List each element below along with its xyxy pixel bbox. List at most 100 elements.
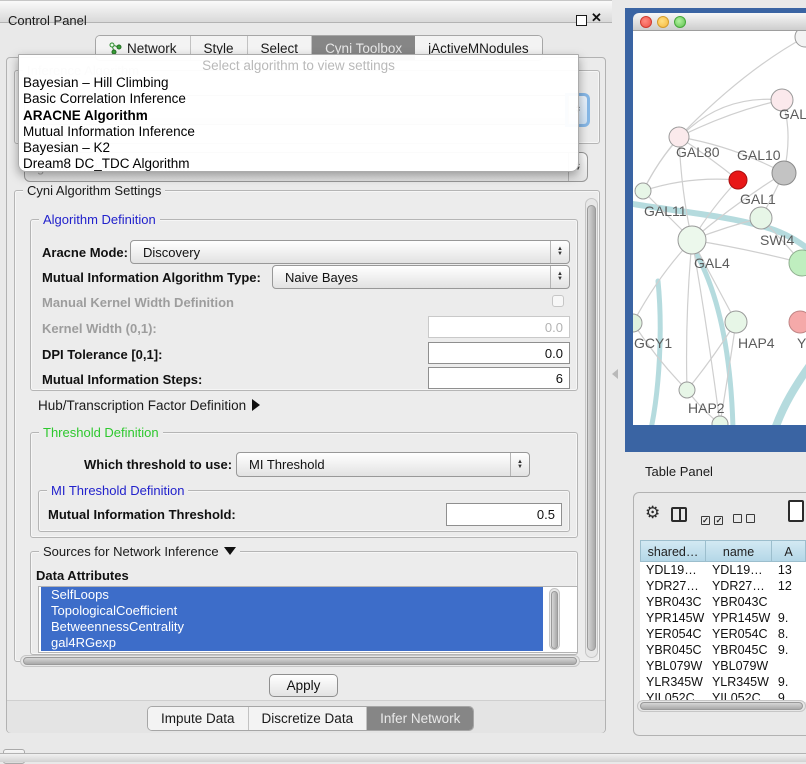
node-label-gal: GAL	[779, 106, 806, 122]
table-row[interactable]: YBR043CYBR043C	[640, 594, 806, 610]
table-row[interactable]: YDR27…YDR27…12	[640, 578, 806, 594]
scrollbar-thumb[interactable]	[640, 702, 803, 710]
window-zoom-icon[interactable]	[674, 16, 686, 28]
table-rows: YDL19…YDL19…13YDR27…YDR27…12YBR043CYBR04…	[640, 562, 806, 702]
network-window-titlebar[interactable]	[633, 13, 806, 31]
tab-impute-data[interactable]: Impute Data	[148, 707, 249, 730]
list-vertical-scrollbar[interactable]	[549, 588, 560, 650]
mi-type-combo[interactable]: Naive Bayes ▲▼	[272, 265, 570, 289]
aracne-mode-combo[interactable]: Discovery ▲▼	[130, 240, 570, 264]
network-node-gcy1[interactable]	[633, 314, 642, 332]
table-horizontal-scrollbar[interactable]	[637, 700, 806, 712]
node-label-gal10: GAL10	[737, 147, 781, 163]
combo-stepper-icon: ▲▼	[550, 266, 569, 288]
table-row[interactable]: YDL19…YDL19…13	[640, 562, 806, 578]
close-icon[interactable]: ✕	[591, 10, 602, 26]
network-node-y[interactable]	[789, 311, 806, 333]
network-node[interactable]	[712, 416, 728, 425]
table-row[interactable]: YLR345WYLR345W9.	[640, 674, 806, 690]
tab-discretize-data[interactable]: Discretize Data	[249, 707, 368, 730]
network-canvas[interactable]: GALGAL80GAL10GAL1GAL11GAL4SWI4GCY1HAP4YH…	[633, 31, 806, 425]
network-graph: GALGAL80GAL10GAL1GAL11GAL4SWI4GCY1HAP4YH…	[633, 31, 806, 425]
which-threshold-combo[interactable]: MI Threshold ▲▼	[236, 452, 530, 477]
window-close-icon[interactable]	[640, 16, 652, 28]
algorithm-option-aracne-algorithm[interactable]: ARACNE Algorithm	[23, 108, 574, 124]
select-all-icon[interactable]: ✓ ✓	[701, 510, 723, 528]
column-header-a[interactable]: A	[772, 540, 806, 562]
algorithm-option-bayesian-hill-climbing[interactable]: Bayesian – Hill Climbing	[23, 75, 574, 91]
table-cell: YLR345W	[706, 674, 772, 690]
data-attributes-list[interactable]: SelfLoopsTopologicalCoefficientBetweenne…	[38, 586, 578, 653]
algorithm-option-dream8-dc-tdc-algorithm[interactable]: Dream8 DC_TDC Algorithm	[23, 156, 574, 172]
network-node-gal11[interactable]	[635, 183, 651, 199]
collapse-down-icon	[224, 547, 236, 555]
table-cell: YBR043C	[706, 594, 772, 610]
network-node-hap2[interactable]	[679, 382, 695, 398]
table-cell: YDR27…	[706, 578, 772, 594]
table-row[interactable]: YPR145WYPR145W9.	[640, 610, 806, 626]
apply-button[interactable]: Apply	[269, 674, 338, 697]
scrollbar-thumb[interactable]	[23, 657, 577, 665]
table-cell: YBR045C	[640, 642, 706, 658]
table-cell: YBL079W	[640, 658, 706, 674]
node-label-hap4: HAP4	[738, 335, 775, 351]
table-cell: YLR345W	[640, 674, 706, 690]
tab-infer-network[interactable]: Infer Network	[367, 707, 473, 730]
node-label-gal11: GAL11	[644, 203, 687, 219]
node-label-gal80: GAL80	[676, 144, 720, 160]
float-window-icon[interactable]	[576, 15, 587, 26]
scrollbar-thumb[interactable]	[587, 205, 596, 651]
network-icon	[109, 42, 122, 55]
algorithm-option-basic-correlation-inference[interactable]: Basic Correlation Inference	[23, 91, 574, 107]
table-cell	[772, 658, 806, 674]
list-item-betweennesscentrality[interactable]: BetweennessCentrality	[41, 619, 543, 635]
table-row[interactable]: YBL079WYBL079W	[640, 658, 806, 674]
scrollbar-thumb[interactable]	[551, 591, 558, 649]
table-cell: 9.	[772, 674, 806, 690]
bottom-divider-strip	[0, 753, 806, 762]
column-selector-icon[interactable]	[671, 507, 687, 522]
table-cell: YBL079W	[706, 658, 772, 674]
function-builder-icon[interactable]	[788, 500, 804, 522]
table-cell	[772, 594, 806, 610]
window-minimize-icon[interactable]	[657, 16, 669, 28]
table-row[interactable]: YBR045CYBR045C9.	[640, 642, 806, 658]
sources-group-title[interactable]: Sources for Network Inference	[39, 544, 240, 559]
algorithm-option-bayesian-k2[interactable]: Bayesian – K2	[23, 140, 574, 156]
network-node-gal1[interactable]	[750, 207, 772, 229]
network-node-gal10[interactable]	[772, 161, 796, 185]
mi-threshold-label: Mutual Information Threshold:	[48, 507, 236, 522]
column-header-shared[interactable]: shared…	[640, 540, 706, 562]
mi-threshold-field[interactable]: 0.5	[446, 503, 562, 526]
algorithm-option-mutual-information-inference[interactable]: Mutual Information Inference	[23, 124, 574, 140]
which-threshold-value: MI Threshold	[237, 457, 510, 472]
list-item-gal4rgexp[interactable]: gal4RGexp	[41, 635, 543, 651]
network-node-gal4[interactable]	[678, 226, 706, 254]
column-header-name[interactable]: name	[706, 540, 772, 562]
hub-definition-toggle[interactable]: Hub/Transcription Factor Definition	[38, 398, 260, 413]
table-cell: YER054C	[640, 626, 706, 642]
mi-steps-field[interactable]: 6	[428, 367, 570, 389]
table-row[interactable]: YER054CYER054C8.	[640, 626, 806, 642]
gear-icon[interactable]: ⚙	[645, 503, 660, 523]
mi-type-label: Mutual Information Algorithm Type:	[42, 270, 261, 285]
kernel-width-field[interactable]: 0.0	[428, 316, 570, 338]
deselect-all-icon[interactable]	[733, 510, 755, 528]
table-cell: YBR043C	[640, 594, 706, 610]
expand-right-icon	[252, 399, 260, 411]
network-node-swi4[interactable]	[789, 250, 806, 276]
manual-kernel-checkbox[interactable]	[552, 295, 564, 307]
splitter-handle[interactable]	[612, 369, 618, 379]
list-item-selfloops[interactable]: SelfLoops	[41, 587, 543, 603]
network-node[interactable]	[795, 31, 806, 47]
mi-threshold-group-title: MI Threshold Definition	[47, 483, 188, 498]
mi-type-value: Naive Bayes	[273, 270, 550, 285]
list-item-topologicalcoefficient[interactable]: TopologicalCoefficient	[41, 603, 543, 619]
node-label-gal1: GAL1	[740, 191, 776, 207]
mi-steps-label: Mutual Information Steps:	[42, 372, 202, 387]
settings-horizontal-scrollbar[interactable]	[20, 655, 580, 667]
network-node[interactable]	[729, 171, 747, 189]
network-node-hap4[interactable]	[725, 311, 747, 333]
settings-vertical-scrollbar[interactable]	[585, 198, 598, 658]
dpi-tolerance-field[interactable]: 0.0	[428, 342, 570, 364]
